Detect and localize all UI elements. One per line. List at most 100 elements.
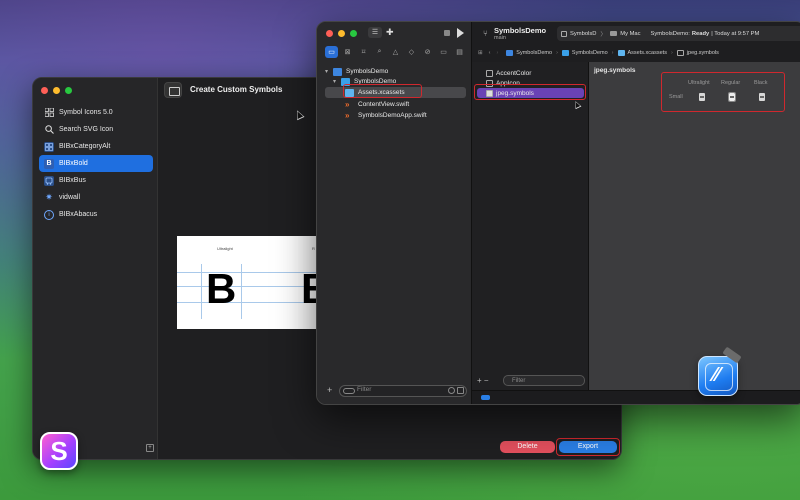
weight-column-label: Ultralight bbox=[688, 80, 710, 86]
sidebar-item-label: Search SVG Icon bbox=[59, 126, 114, 133]
zoom-window-button[interactable] bbox=[65, 87, 72, 94]
tree-item-label: SymbolsDemo bbox=[346, 68, 389, 75]
symbol-variant-slot[interactable] bbox=[728, 92, 736, 102]
filter-icon bbox=[343, 388, 355, 394]
close-window-button[interactable] bbox=[326, 30, 333, 37]
stop-button[interactable] bbox=[444, 30, 450, 36]
xcode-dock-icon[interactable]: ⁄⁄ bbox=[698, 346, 742, 396]
run-button[interactable] bbox=[457, 28, 464, 38]
sidebar-item-search-svg[interactable]: Search SVG Icon bbox=[39, 121, 153, 138]
tree-item-contentview[interactable]: » ContentView.swift bbox=[345, 99, 409, 110]
symbol-list: Symbol Icons 5.0 Search SVG Icon BIBxCat… bbox=[39, 104, 153, 223]
grid-icon bbox=[44, 108, 54, 118]
sidebar-item-bus[interactable]: BIBxBus bbox=[39, 172, 153, 189]
asset-filter-field[interactable]: Filter bbox=[503, 375, 585, 386]
tree-item-app[interactable]: » SymbolsDemoApp.swift bbox=[345, 110, 427, 121]
sidebar-item-label: BIBxBus bbox=[59, 177, 86, 184]
navigator-toggle-button[interactable]: ☰ bbox=[368, 27, 382, 38]
disclosure-triangle-icon[interactable]: ▾ bbox=[333, 78, 341, 85]
asset-catalog-icon bbox=[617, 50, 625, 56]
debug-toggle-button[interactable] bbox=[481, 395, 490, 400]
symbol-variant-slot[interactable] bbox=[759, 93, 765, 101]
zoom-window-button[interactable] bbox=[350, 30, 357, 37]
issue-icon[interactable]: △ bbox=[389, 46, 402, 58]
grid-icon[interactable]: ⊞ bbox=[478, 50, 483, 56]
xcode-project-icon bbox=[333, 67, 342, 76]
preview-weight-label: R bbox=[312, 246, 315, 251]
asset-label: AccentColor bbox=[496, 69, 532, 77]
debug-icon[interactable]: ⊘ bbox=[421, 46, 434, 58]
forward-arrow-icon[interactable]: › bbox=[496, 50, 498, 56]
folder-icon bbox=[561, 50, 569, 56]
add-symbol-button[interactable]: + bbox=[146, 444, 154, 452]
breadcrumb-item[interactable]: SymbolsDemo bbox=[572, 50, 608, 56]
close-window-button[interactable] bbox=[41, 87, 48, 94]
bold-b-icon: B bbox=[44, 158, 54, 169]
symbol-app-dock-icon[interactable]: S bbox=[40, 432, 78, 470]
asset-list bbox=[472, 62, 589, 404]
sidebar-item-label: BIBxCategoryAlt bbox=[59, 143, 111, 150]
export-button[interactable]: Export bbox=[559, 441, 617, 453]
report-icon[interactable]: ▤ bbox=[453, 46, 466, 58]
breadcrumb-item[interactable]: Assets.xcassets bbox=[628, 50, 667, 56]
sidebar-item-vidwall[interactable]: ✷ vidwall bbox=[39, 189, 153, 206]
sidebar-item-label: BIBxBold bbox=[59, 160, 88, 167]
sidebar-item-abacus[interactable]: i BIBxAbacus bbox=[39, 206, 153, 223]
preview-weight-label: Ultralight bbox=[217, 246, 233, 251]
source-control-icon[interactable]: ⊠ bbox=[341, 46, 354, 58]
test-icon[interactable]: ◇ bbox=[405, 46, 418, 58]
sidebar-item-label: vidwall bbox=[59, 194, 81, 201]
scheme-title: SymbolsDemo bbox=[494, 26, 547, 35]
info-icon: i bbox=[44, 209, 54, 220]
symbol-variants-highlight-outline bbox=[661, 72, 785, 112]
branch-icon: ⑂ bbox=[483, 29, 488, 38]
toggle-sidebar-button[interactable] bbox=[164, 82, 182, 98]
activity-status-bar[interactable]: SymbolsD 〉 My Mac SymbolsDemo: Ready | T… bbox=[557, 26, 800, 41]
window-controls bbox=[326, 30, 357, 37]
add-asset-button[interactable]: + − bbox=[477, 376, 489, 385]
bookmark-icon[interactable]: ⌑ bbox=[357, 46, 370, 58]
symbol-glyph-preview: B bbox=[206, 265, 237, 312]
breadcrumb-item[interactable]: jpeg.symbols bbox=[687, 50, 719, 56]
tree-item-label: ContentView.swift bbox=[358, 101, 410, 108]
sidebar-item-bold[interactable]: B BIBxBold bbox=[39, 155, 153, 172]
find-icon[interactable]: ⌕ bbox=[373, 46, 386, 58]
sidebar-item-category-alt[interactable]: BIBxCategoryAlt bbox=[39, 138, 153, 155]
breadcrumb-item[interactable]: SymbolsDemo bbox=[516, 50, 552, 56]
symbol-variant-slot[interactable] bbox=[699, 93, 705, 101]
weight-column-label: Black bbox=[754, 80, 768, 86]
minimize-window-button[interactable] bbox=[338, 30, 345, 37]
jump-bar: ⊞ ‹ › SymbolsDemo › SymbolsDemo › Assets… bbox=[472, 48, 800, 58]
navigator-tabs: ▭ ⊠ ⌑ ⌕ △ ◇ ⊘ ▭ ▤ bbox=[325, 46, 466, 58]
status-message-prefix: SymbolsDemo: bbox=[650, 30, 690, 37]
asset-item-accentcolor[interactable]: AccentColor bbox=[486, 68, 531, 78]
swift-file-icon: » bbox=[345, 111, 350, 120]
destination-selector[interactable]: My Mac bbox=[620, 31, 640, 37]
folder-navigator-icon[interactable]: ▭ bbox=[325, 46, 338, 58]
source-control-filter-icon[interactable] bbox=[457, 387, 464, 394]
status-message-time: | Today at 9:57 PM bbox=[711, 30, 760, 37]
sidebar-item-symbol-icons[interactable]: Symbol Icons 5.0 bbox=[39, 104, 153, 121]
breakpoint-icon[interactable]: ▭ bbox=[437, 46, 450, 58]
xcode-glyph-icon: ⁄⁄ bbox=[713, 364, 720, 386]
symbol-file-icon bbox=[676, 50, 684, 56]
branch-name: main bbox=[494, 35, 506, 41]
minimize-window-button[interactable] bbox=[53, 87, 60, 94]
recent-files-icon[interactable] bbox=[448, 387, 455, 394]
asset-editor-title: jpeg.symbols bbox=[594, 67, 636, 74]
back-arrow-icon[interactable]: ‹ bbox=[489, 50, 491, 56]
sidebar-item-label: BIBxAbacus bbox=[59, 211, 98, 218]
scheme-selector[interactable]: SymbolsD bbox=[570, 31, 596, 37]
assets-highlight-outline bbox=[343, 84, 422, 98]
filter-placeholder: Filter bbox=[357, 386, 372, 393]
guide-line bbox=[241, 264, 242, 319]
gear-icon: ✷ bbox=[45, 192, 53, 202]
weight-column-label: Regular bbox=[721, 80, 741, 86]
delete-button[interactable]: Delete bbox=[500, 441, 555, 453]
disclosure-triangle-icon[interactable]: ▾ bbox=[325, 68, 333, 75]
bus-icon bbox=[44, 175, 54, 186]
library-button[interactable]: ✚ bbox=[386, 27, 394, 38]
jpeg-symbols-highlight-outline bbox=[474, 84, 586, 100]
swift-file-icon: » bbox=[345, 100, 350, 109]
add-file-button[interactable]: + bbox=[327, 385, 332, 395]
